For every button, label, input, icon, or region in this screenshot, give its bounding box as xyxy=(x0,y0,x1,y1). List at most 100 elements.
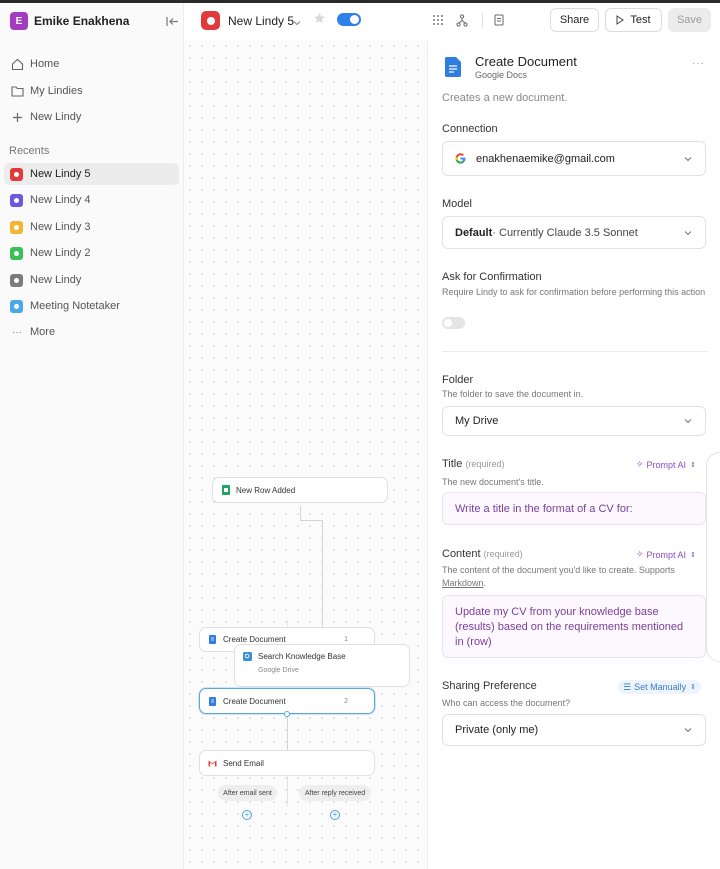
lindy-app-icon xyxy=(10,273,23,287)
home-icon xyxy=(10,57,24,71)
sidebar-item-more[interactable]: ··· More xyxy=(4,321,179,343)
sidebar: E Emike Enakhena Home My Lindies New Lin… xyxy=(0,3,184,869)
sidebar-item-my-lindies[interactable]: My Lindies xyxy=(4,80,179,102)
sidebar-item-home[interactable]: Home xyxy=(4,53,179,75)
floating-panel-edge xyxy=(706,452,720,662)
step-number: 1 xyxy=(344,636,348,643)
sharing-hint: Who can access the document? xyxy=(442,698,571,708)
content-hint-text: The content of the document you'd like t… xyxy=(442,565,675,575)
sharing-select[interactable]: Private (only me) xyxy=(442,714,706,746)
google-docs-icon xyxy=(445,57,461,77)
lindy-title[interactable]: New Lindy 5 xyxy=(228,14,294,28)
sliders-icon: ☰ xyxy=(623,681,632,692)
panel-subtitle: Google Docs xyxy=(475,70,528,80)
recent-item[interactable]: New Lindy 2 xyxy=(4,242,179,264)
title-prompt-input[interactable]: Write a title in the format of a CV for: xyxy=(442,492,706,525)
lindy-enabled-toggle[interactable] xyxy=(337,13,361,26)
folder-hint: The folder to save the document in. xyxy=(442,389,584,399)
connector-line xyxy=(287,776,288,806)
title-label: Title (required) xyxy=(442,458,504,470)
google-icon xyxy=(455,153,466,164)
collapse-sidebar-icon[interactable] xyxy=(164,13,180,29)
recent-item[interactable]: New Lindy 5 xyxy=(4,163,179,185)
lindy-app-icon xyxy=(10,246,23,260)
trigger-node[interactable]: New Row Added xyxy=(212,477,388,503)
mode-label: Prompt AI xyxy=(646,549,687,560)
sidebar-item-new-lindy[interactable]: New Lindy xyxy=(4,106,179,128)
step-number: 2 xyxy=(344,697,348,705)
panel-description: Creates a new document. xyxy=(442,92,568,104)
recent-item[interactable]: Meeting Notetaker xyxy=(4,295,179,317)
chevron-updown-icon: ⇕ xyxy=(690,551,696,559)
google-sheets-icon xyxy=(221,485,230,495)
share-button[interactable]: Share xyxy=(550,8,599,32)
recent-item-label: New Lindy 5 xyxy=(30,168,91,180)
plus-icon xyxy=(10,110,24,124)
knowledge-base-icon xyxy=(243,652,252,661)
recent-item-label: Meeting Notetaker xyxy=(30,300,120,312)
node-label: Search Knowledge Base xyxy=(258,652,346,661)
recent-item-label: New Lindy 3 xyxy=(30,221,91,233)
recents-heading: Recents xyxy=(9,145,50,157)
recent-item[interactable]: New Lindy xyxy=(4,269,179,291)
grid-icon[interactable] xyxy=(430,12,446,28)
save-button[interactable]: Save xyxy=(668,8,711,32)
lindy-app-icon xyxy=(10,299,23,313)
lindy-app-icon xyxy=(10,167,23,181)
top-bar: New Lindy 5 Share Test Save xyxy=(184,3,720,40)
flow-icon[interactable] xyxy=(454,12,470,28)
prompt-ai-mode[interactable]: ✧ Prompt AI ⇕ xyxy=(636,549,696,560)
workflow-canvas[interactable]: New Row Added Create Document 1 Search K… xyxy=(184,40,427,869)
confirmation-toggle[interactable] xyxy=(442,317,465,329)
star-icon[interactable] xyxy=(313,12,326,28)
connection-select[interactable]: enakhenaemike@gmail.com xyxy=(442,141,706,176)
send-email-node[interactable]: Send Email xyxy=(199,750,375,776)
node-sublabel: Google Drive xyxy=(258,667,299,674)
document-icon[interactable] xyxy=(491,12,507,28)
chevron-down-icon[interactable] xyxy=(293,15,301,29)
content-prompt-input[interactable]: Update my CV from your knowledge base (r… xyxy=(442,595,706,658)
chevron-down-icon xyxy=(684,724,692,736)
confirmation-hint: Require Lindy to ask for confirmation be… xyxy=(442,287,706,297)
test-button[interactable]: Test xyxy=(605,8,662,32)
more-options-icon[interactable]: ··· xyxy=(692,58,705,69)
set-manually-mode[interactable]: ☰ Set Manually ⇕ xyxy=(618,680,701,694)
lindy-app-icon xyxy=(10,193,23,207)
recent-item-label: New Lindy 2 xyxy=(30,247,91,259)
sidebar-item-label: Home xyxy=(30,58,60,70)
mode-label: Prompt AI xyxy=(646,459,687,470)
model-select[interactable]: Default · Currently Claude 3.5 Sonnet xyxy=(442,216,706,249)
branch-after-reply-received[interactable]: After reply received xyxy=(299,785,371,801)
recent-item-label: New Lindy xyxy=(30,274,82,286)
prompt-ai-mode[interactable]: ✧ Prompt AI ⇕ xyxy=(636,459,696,470)
content-hint-end: . xyxy=(483,578,487,588)
folder-select[interactable]: My Drive xyxy=(442,406,706,436)
play-icon xyxy=(616,15,625,25)
recent-item[interactable]: New Lindy 3 xyxy=(4,216,179,238)
sidebar-item-label: My Lindies xyxy=(30,85,83,97)
google-docs-icon xyxy=(208,635,217,644)
toolbar-divider xyxy=(482,13,483,28)
lindy-app-icon xyxy=(10,220,23,234)
chevron-updown-icon: ⇕ xyxy=(690,461,696,469)
node-label: Create Document xyxy=(223,696,286,706)
folder-label: Folder xyxy=(442,374,474,386)
connector-line xyxy=(300,506,301,520)
markdown-link[interactable]: Markdown xyxy=(442,578,484,588)
search-knowledge-base-node[interactable]: Search Knowledge Base Google Drive xyxy=(234,644,410,687)
content-hint: The content of the document you'd like t… xyxy=(442,564,706,590)
recent-item-label: New Lindy 4 xyxy=(30,194,91,206)
workspace-name: Emike Enakhena xyxy=(34,14,130,28)
recent-item[interactable]: New Lindy 4 xyxy=(4,189,179,211)
sparkle-icon: ✧ xyxy=(636,549,644,559)
workspace-switcher[interactable]: E Emike Enakhena xyxy=(10,12,180,30)
chevron-down-icon xyxy=(684,227,692,239)
node-handle[interactable] xyxy=(284,711,290,717)
add-step-icon[interactable]: + xyxy=(330,810,340,820)
chevron-down-icon xyxy=(684,153,692,165)
branch-after-email-sent[interactable]: After email sent xyxy=(218,785,277,801)
connector-line xyxy=(287,713,288,751)
folder-icon xyxy=(10,84,24,98)
add-step-icon[interactable]: + xyxy=(242,810,252,820)
sidebar-item-label: More xyxy=(30,326,56,338)
